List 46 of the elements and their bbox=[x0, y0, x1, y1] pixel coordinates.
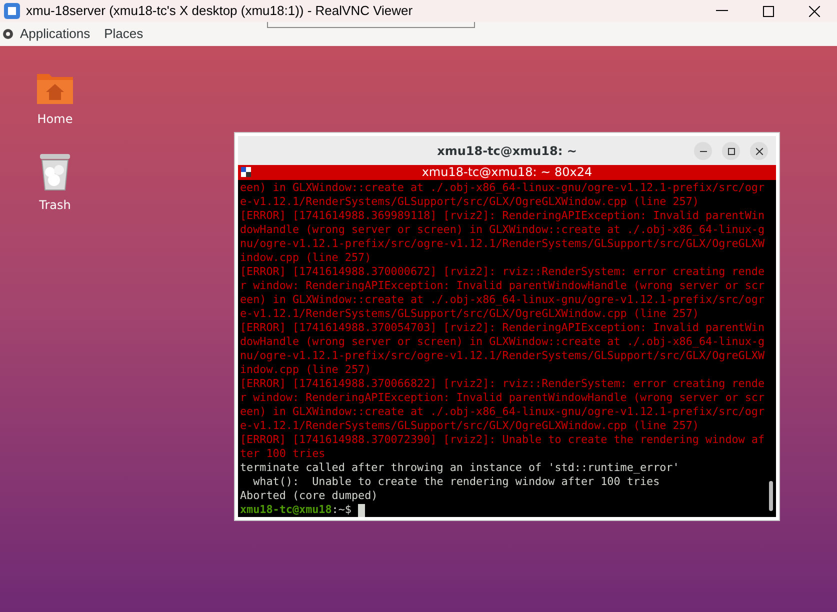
error-line: [ERROR] [1741614988.370066822] [rviz2]: rviz::RenderSystem: error creating rende bbox=[240, 377, 765, 391]
text-cursor bbox=[358, 504, 366, 516]
output-line: what(): Unable to create the rendering window after 100 tries bbox=[252, 475, 660, 489]
error-line: e-v1.12.1/RenderSystems/GLSupport/src/GLX/OgreGLXWindow.cpp (line 257) bbox=[240, 307, 699, 321]
scrollbar-thumb[interactable] bbox=[769, 481, 773, 511]
minimize-icon bbox=[700, 150, 706, 152]
error-line: indow.cpp (line 257) bbox=[240, 363, 372, 377]
close-button[interactable] bbox=[750, 142, 768, 160]
window-title: xmu-18server (xmu18-tc's X desktop (xmu18:1)) - RealVNC Viewer bbox=[26, 2, 413, 20]
prompt-user: xmu18-tc@xmu18 bbox=[240, 503, 332, 517]
output-line: terminate called after throwing an instance of 'std::runtime_error' bbox=[240, 461, 680, 475]
error-line: indow.cpp (line 257) bbox=[240, 251, 372, 265]
error-line: [ERROR] [1741614988.370054703] [rviz2]: RenderingAPIException: Invalid parentWin bbox=[240, 321, 765, 335]
terminal-title: xmu18-tc@xmu18: ~ bbox=[437, 142, 577, 160]
error-line: dowHandle (wrong server or screen) in GLXWindow::create at ./.obj-x86_64-linux-g bbox=[240, 223, 765, 237]
desktop-icon-label[interactable]: Trash bbox=[39, 196, 71, 214]
error-line: [ERROR] [1741614988.369989118] [rviz2]: RenderingAPIException: Invalid parentWin bbox=[240, 209, 765, 223]
maximize-button[interactable] bbox=[722, 142, 740, 160]
maximize-icon bbox=[762, 6, 774, 16]
error-line: een) in GLXWindow::create at ./.obj-x86_64-linux-gnu/ogre-v1.12.1-prefix/src/ogr bbox=[240, 405, 765, 419]
error-line: dowHandle (wrong server or screen) in GLXWindow::create at ./.obj-x86_64-linux-g bbox=[240, 335, 765, 349]
error-line: [ERROR] [1741614988.370072390] [rviz2]: Unable to create the rendering window af bbox=[240, 433, 765, 447]
close-icon bbox=[756, 148, 762, 154]
prompt-path: :~$ bbox=[332, 503, 352, 517]
close-icon bbox=[808, 6, 820, 16]
desktop-icon-label[interactable]: Home bbox=[37, 110, 73, 128]
error-line: r window: RenderingAPIException: Invalid parentWindowHandle (wrong server or scr bbox=[240, 279, 765, 293]
output-line: Aborted (core dumped) bbox=[240, 489, 378, 503]
error-line: een) in GLXWindow::create at ./.obj-x86_64-linux-gnu/ogre-v1.12.1-prefix/src/ogr bbox=[240, 293, 765, 307]
trash-can-icon bbox=[38, 152, 72, 192]
panel-menu[interactable]: Applications bbox=[20, 24, 90, 44]
error-line: [ERROR] [1741614988.370000672] [rviz2]: rviz::RenderSystem: error creating rende bbox=[240, 265, 765, 279]
terminal-size-title: xmu18-tc@xmu18: ~ 80x24 bbox=[422, 165, 592, 180]
terminal-icon bbox=[241, 167, 251, 177]
error-line: r window: RenderingAPIException: Invalid parentWindowHandle (wrong server or scr bbox=[240, 391, 765, 405]
maximize-icon bbox=[728, 148, 734, 154]
minimize-icon bbox=[716, 10, 728, 12]
error-line: ter 100 tries bbox=[240, 447, 326, 461]
error-line: e-v1.12.1/RenderSystems/GLSupport/src/GLX/OgreGLXWindow.cpp (line 257) bbox=[240, 419, 699, 433]
error-line: nu/ogre-v1.12.1-prefix/src/ogre-v1.12.1/RenderSystems/GLSupport/src/GLX/OgreGLXW bbox=[240, 237, 765, 251]
panel-menu[interactable]: Places bbox=[104, 24, 144, 44]
error-line: een) in GLXWindow::create at ./.obj-x86_64-linux-gnu/ogre-v1.12.1-prefix/src/ogr bbox=[240, 181, 765, 195]
error-line: nu/ogre-v1.12.1-prefix/src/ogre-v1.12.1/RenderSystems/GLSupport/src/GLX/OgreGLXW bbox=[240, 349, 765, 363]
app-logo-icon bbox=[4, 3, 20, 19]
minimize-button[interactable] bbox=[694, 142, 712, 160]
error-line: e-v1.12.1/RenderSystems/GLSupport/src/GLX/OgreGLXWindow.cpp (line 257) bbox=[240, 195, 699, 209]
